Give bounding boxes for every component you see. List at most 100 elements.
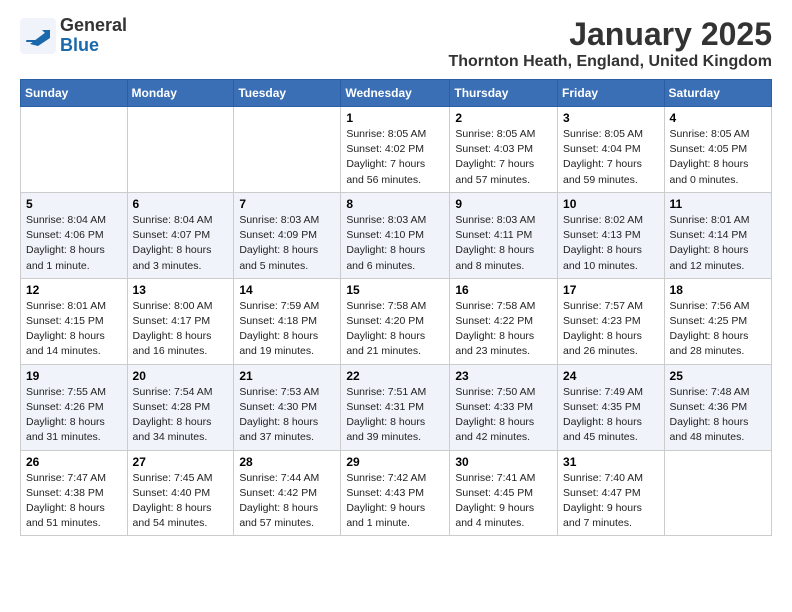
day-info: Sunrise: 8:04 AM Sunset: 4:06 PM Dayligh… [26, 213, 122, 274]
calendar-cell: 28 Sunrise: 7:44 AM Sunset: 4:42 PM Dayli… [234, 450, 341, 536]
day-number: 6 [133, 197, 229, 211]
calendar-cell: 7 Sunrise: 8:03 AM Sunset: 4:09 PM Daylig… [234, 192, 341, 278]
day-number: 4 [670, 111, 766, 125]
day-number: 29 [346, 455, 444, 469]
day-header-tuesday: Tuesday [234, 80, 341, 107]
calendar-cell: 3 Sunrise: 8:05 AM Sunset: 4:04 PM Daylig… [558, 107, 665, 193]
day-number: 22 [346, 369, 444, 383]
day-info: Sunrise: 8:03 AM Sunset: 4:10 PM Dayligh… [346, 213, 444, 274]
calendar-cell: 6 Sunrise: 8:04 AM Sunset: 4:07 PM Daylig… [127, 192, 234, 278]
day-info: Sunrise: 8:03 AM Sunset: 4:09 PM Dayligh… [239, 213, 335, 274]
logo-text: General Blue [60, 16, 127, 56]
calendar-cell: 4Sunrise: 8:05 AM Sunset: 4:05 PM Daylig… [664, 107, 771, 193]
calendar-cell [664, 450, 771, 536]
calendar-cell: 9Sunrise: 8:03 AM Sunset: 4:11 PM Daylig… [450, 192, 558, 278]
day-number: 25 [670, 369, 766, 383]
day-info: Sunrise: 7:51 AM Sunset: 4:31 PM Dayligh… [346, 385, 444, 446]
day-info: Sunrise: 7:57 AM Sunset: 4:23 PM Dayligh… [563, 299, 659, 360]
day-number: 5 [26, 197, 122, 211]
day-info: Sunrise: 7:41 AM Sunset: 4:45 PM Dayligh… [455, 471, 552, 532]
day-number: 8 [346, 197, 444, 211]
day-header-sunday: Sunday [21, 80, 128, 107]
calendar-cell: 14 Sunrise: 7:59 AM Sunset: 4:18 PM Dayli… [234, 278, 341, 364]
day-number: 14 [239, 283, 335, 297]
calendar-cell: 5 Sunrise: 8:04 AM Sunset: 4:06 PM Daylig… [21, 192, 128, 278]
day-number: 10 [563, 197, 659, 211]
week-row-2: 5 Sunrise: 8:04 AM Sunset: 4:06 PM Daylig… [21, 192, 772, 278]
logo-icon [20, 18, 56, 54]
header: General Blue January 2025 Thornton Heath… [20, 16, 772, 71]
calendar-cell [127, 107, 234, 193]
day-info: Sunrise: 7:56 AM Sunset: 4:25 PM Dayligh… [670, 299, 766, 360]
day-number: 3 [563, 111, 659, 125]
day-info: Sunrise: 7:45 AM Sunset: 4:40 PM Dayligh… [133, 471, 229, 532]
day-number: 30 [455, 455, 552, 469]
day-header-monday: Monday [127, 80, 234, 107]
day-number: 9 [455, 197, 552, 211]
calendar-cell: 10 Sunrise: 8:02 AM Sunset: 4:13 PM Dayli… [558, 192, 665, 278]
page: General Blue January 2025 Thornton Heath… [0, 0, 792, 552]
calendar-cell: 30 Sunrise: 7:41 AM Sunset: 4:45 PM Dayli… [450, 450, 558, 536]
day-info: Sunrise: 8:01 AM Sunset: 4:15 PM Dayligh… [26, 299, 122, 360]
calendar-cell: 1Sunrise: 8:05 AM Sunset: 4:02 PM Daylig… [341, 107, 450, 193]
day-info: Sunrise: 7:47 AM Sunset: 4:38 PM Dayligh… [26, 471, 122, 532]
calendar-cell: 19Sunrise: 7:55 AM Sunset: 4:26 PM Dayli… [21, 364, 128, 450]
day-info: Sunrise: 7:54 AM Sunset: 4:28 PM Dayligh… [133, 385, 229, 446]
day-number: 11 [670, 197, 766, 211]
day-number: 21 [239, 369, 335, 383]
month-title: January 2025 [448, 16, 772, 53]
day-info: Sunrise: 7:58 AM Sunset: 4:20 PM Dayligh… [346, 299, 444, 360]
day-info: Sunrise: 8:02 AM Sunset: 4:13 PM Dayligh… [563, 213, 659, 274]
header-row: SundayMondayTuesdayWednesdayThursdayFrid… [21, 80, 772, 107]
week-row-1: 1Sunrise: 8:05 AM Sunset: 4:02 PM Daylig… [21, 107, 772, 193]
day-number: 7 [239, 197, 335, 211]
day-header-wednesday: Wednesday [341, 80, 450, 107]
week-row-5: 26 Sunrise: 7:47 AM Sunset: 4:38 PM Dayli… [21, 450, 772, 536]
logo-blue-label: Blue [60, 36, 127, 56]
day-info: Sunrise: 7:50 AM Sunset: 4:33 PM Dayligh… [455, 385, 552, 446]
day-info: Sunrise: 8:04 AM Sunset: 4:07 PM Dayligh… [133, 213, 229, 274]
calendar-cell: 26 Sunrise: 7:47 AM Sunset: 4:38 PM Dayli… [21, 450, 128, 536]
day-number: 16 [455, 283, 552, 297]
calendar-cell: 15 Sunrise: 7:58 AM Sunset: 4:20 PM Dayli… [341, 278, 450, 364]
calendar-cell: 12Sunrise: 8:01 AM Sunset: 4:15 PM Dayli… [21, 278, 128, 364]
day-info: Sunrise: 7:40 AM Sunset: 4:47 PM Dayligh… [563, 471, 659, 532]
calendar-cell: 11 Sunrise: 8:01 AM Sunset: 4:14 PM Dayli… [664, 192, 771, 278]
day-info: Sunrise: 7:53 AM Sunset: 4:30 PM Dayligh… [239, 385, 335, 446]
day-number: 1 [346, 111, 444, 125]
day-number: 28 [239, 455, 335, 469]
day-number: 20 [133, 369, 229, 383]
day-number: 26 [26, 455, 122, 469]
day-info: Sunrise: 8:00 AM Sunset: 4:17 PM Dayligh… [133, 299, 229, 360]
calendar-cell: 2Sunrise: 8:05 AM Sunset: 4:03 PM Daylig… [450, 107, 558, 193]
day-info: Sunrise: 7:59 AM Sunset: 4:18 PM Dayligh… [239, 299, 335, 360]
calendar-cell: 17 Sunrise: 7:57 AM Sunset: 4:23 PM Dayli… [558, 278, 665, 364]
calendar-cell [234, 107, 341, 193]
calendar-body: 1Sunrise: 8:05 AM Sunset: 4:02 PM Daylig… [21, 107, 772, 536]
calendar-cell: 22 Sunrise: 7:51 AM Sunset: 4:31 PM Dayli… [341, 364, 450, 450]
day-header-thursday: Thursday [450, 80, 558, 107]
day-number: 15 [346, 283, 444, 297]
calendar: SundayMondayTuesdayWednesdayThursdayFrid… [20, 79, 772, 536]
day-info: Sunrise: 7:58 AM Sunset: 4:22 PM Dayligh… [455, 299, 552, 360]
calendar-cell: 21 Sunrise: 7:53 AM Sunset: 4:30 PM Dayli… [234, 364, 341, 450]
calendar-cell: 20 Sunrise: 7:54 AM Sunset: 4:28 PM Dayli… [127, 364, 234, 450]
calendar-cell: 16 Sunrise: 7:58 AM Sunset: 4:22 PM Dayli… [450, 278, 558, 364]
calendar-cell: 13 Sunrise: 8:00 AM Sunset: 4:17 PM Dayli… [127, 278, 234, 364]
day-number: 24 [563, 369, 659, 383]
calendar-header: SundayMondayTuesdayWednesdayThursdayFrid… [21, 80, 772, 107]
day-info: Sunrise: 7:55 AM Sunset: 4:26 PM Dayligh… [26, 385, 122, 446]
calendar-cell: 24Sunrise: 7:49 AM Sunset: 4:35 PM Dayli… [558, 364, 665, 450]
day-info: Sunrise: 7:48 AM Sunset: 4:36 PM Dayligh… [670, 385, 766, 446]
calendar-cell [21, 107, 128, 193]
day-number: 13 [133, 283, 229, 297]
day-number: 31 [563, 455, 659, 469]
day-info: Sunrise: 8:01 AM Sunset: 4:14 PM Dayligh… [670, 213, 766, 274]
day-info: Sunrise: 7:42 AM Sunset: 4:43 PM Dayligh… [346, 471, 444, 532]
day-info: Sunrise: 8:05 AM Sunset: 4:04 PM Dayligh… [563, 127, 659, 188]
logo-general-label: General [60, 16, 127, 36]
day-info: Sunrise: 7:44 AM Sunset: 4:42 PM Dayligh… [239, 471, 335, 532]
day-number: 17 [563, 283, 659, 297]
title-block: January 2025 Thornton Heath, England, Un… [448, 16, 772, 71]
calendar-cell: 18Sunrise: 7:56 AM Sunset: 4:25 PM Dayli… [664, 278, 771, 364]
